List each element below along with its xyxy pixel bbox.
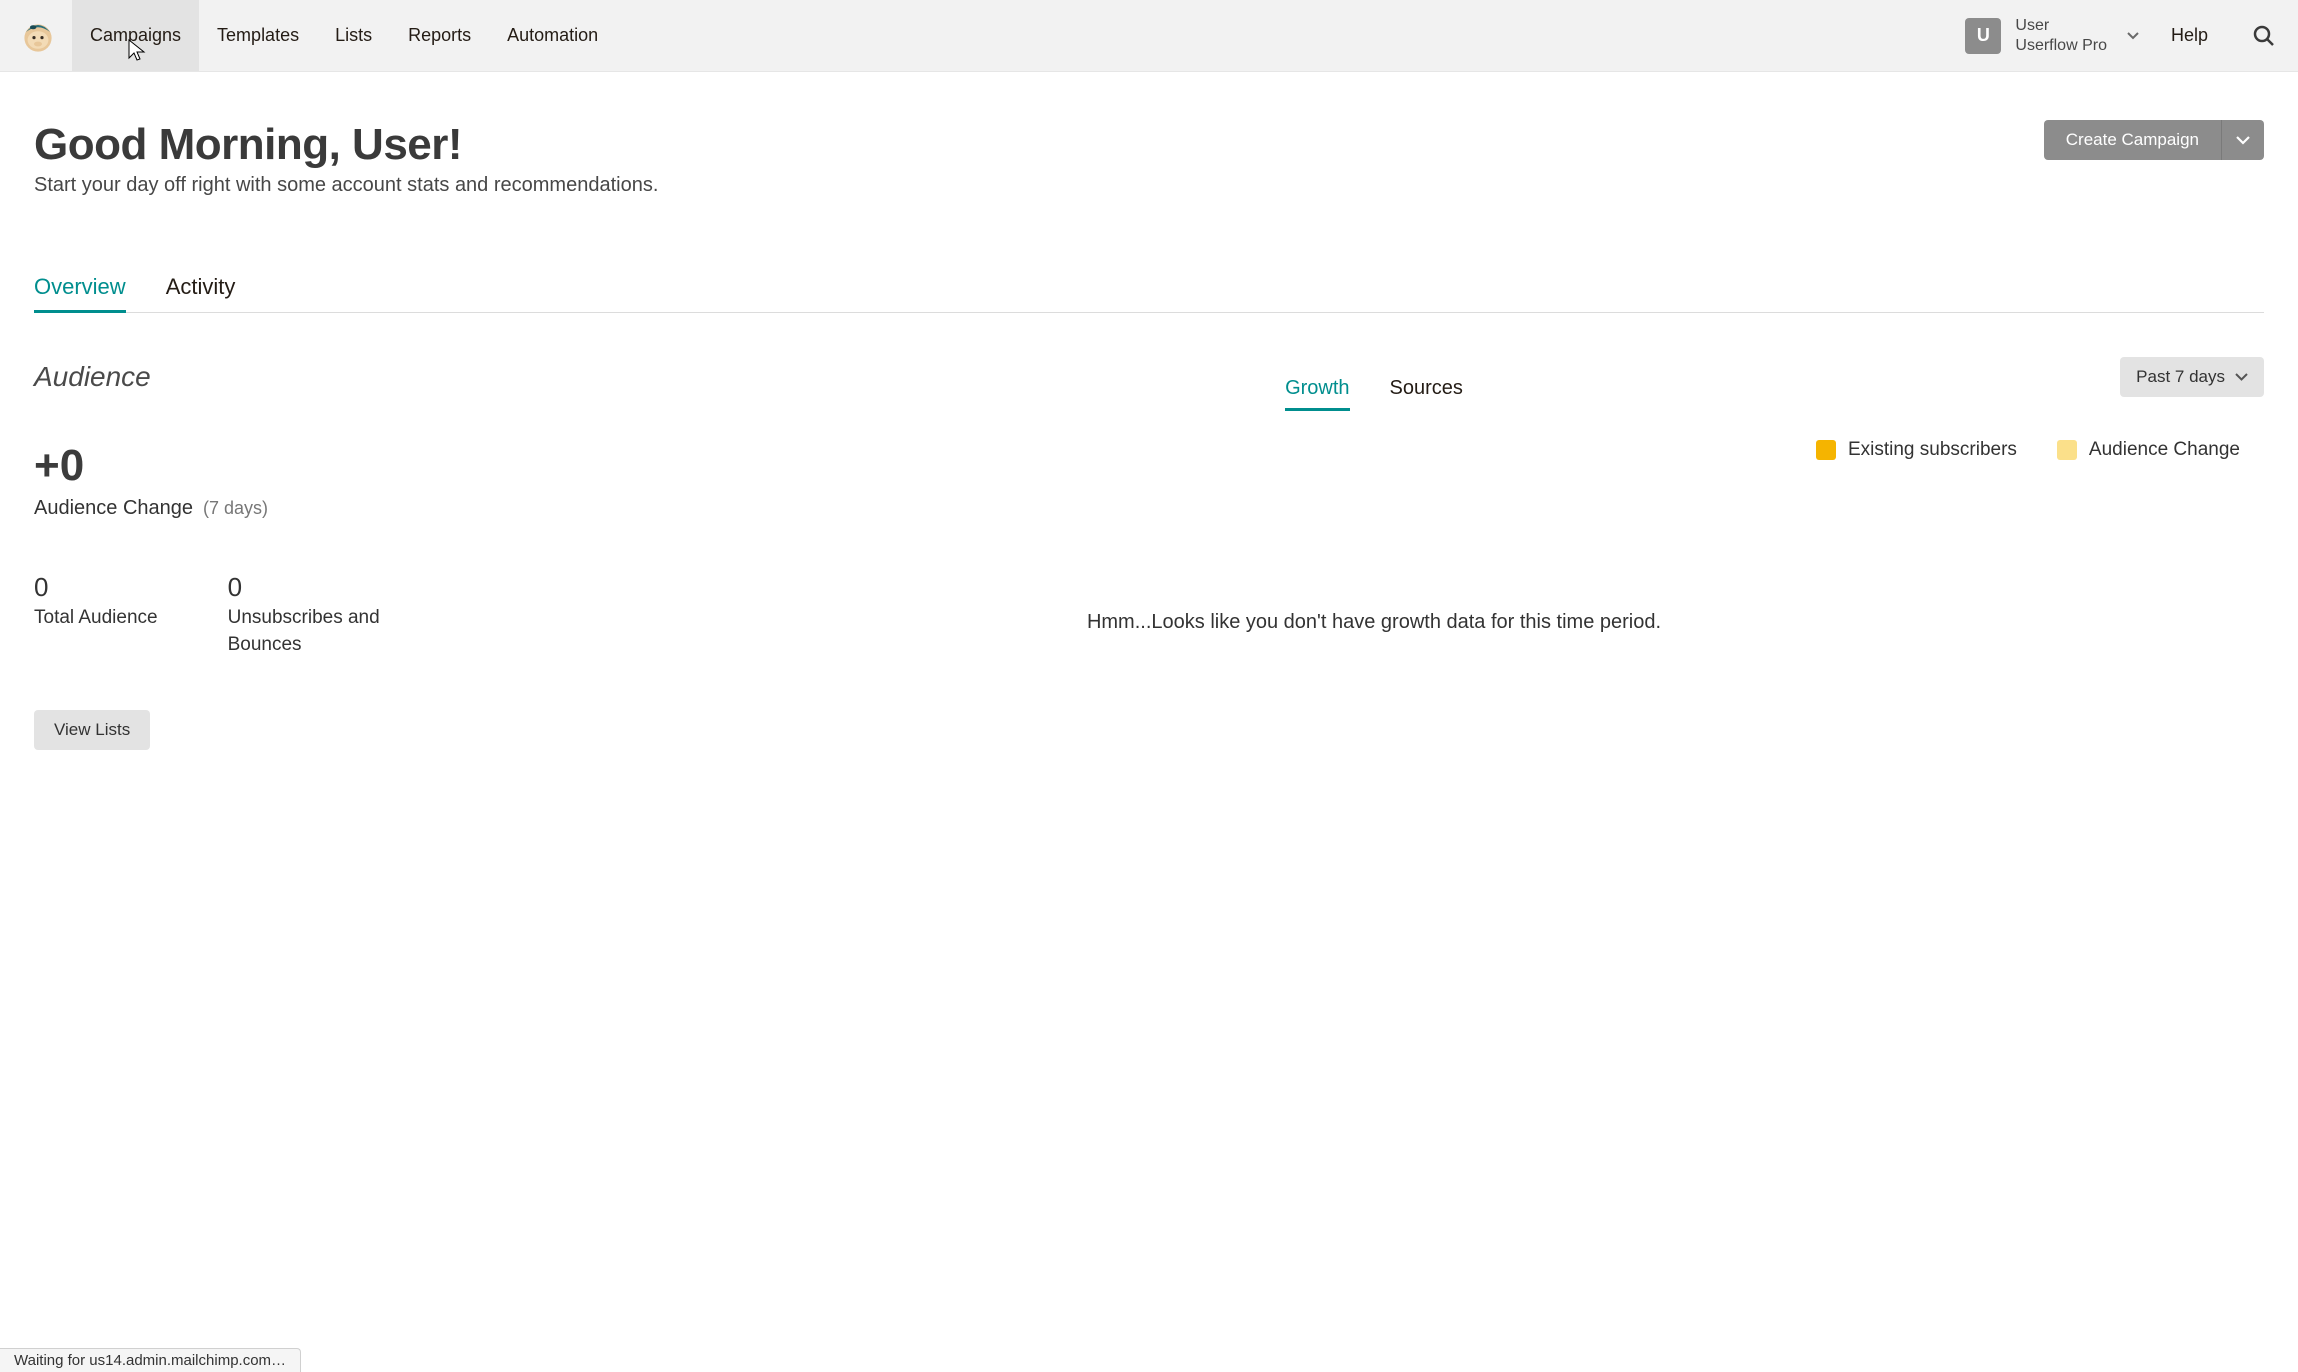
- audience-chart-column: Growth Sources Existing subscribers Audi…: [484, 397, 2264, 634]
- chart-subtabs: Growth Sources: [484, 377, 2264, 411]
- top-bar: Campaigns Templates Lists Reports Automa…: [0, 0, 2298, 72]
- user-org: Userflow Pro: [2015, 36, 2107, 56]
- tab-label: Activity: [166, 274, 236, 299]
- nav-label: Templates: [217, 25, 299, 46]
- stat-total-audience: 0 Total Audience: [34, 572, 158, 658]
- legend-audience-change: Audience Change: [2057, 439, 2240, 461]
- audience-body: +0 Audience Change (7 days) 0 Total Audi…: [34, 397, 2264, 750]
- subtab-label: Sources: [1390, 377, 1463, 399]
- audience-change-label-row: Audience Change (7 days): [34, 497, 454, 520]
- user-menu[interactable]: U User Userflow Pro: [1955, 0, 2149, 71]
- stat-label: Total Audience: [34, 605, 158, 632]
- chevron-down-icon: [2127, 27, 2139, 45]
- nav-templates[interactable]: Templates: [199, 0, 317, 71]
- help-label: Help: [2171, 25, 2208, 46]
- chart-legend: Existing subscribers Audience Change: [484, 439, 2264, 461]
- nav-label: Reports: [408, 25, 471, 46]
- audience-stats-column: +0 Audience Change (7 days) 0 Total Audi…: [34, 397, 454, 750]
- audience-change-value: +0: [34, 441, 454, 491]
- nav-lists[interactable]: Lists: [317, 0, 390, 71]
- chevron-down-icon: [2236, 136, 2250, 145]
- search-button[interactable]: [2230, 0, 2298, 71]
- main-content: Good Morning, User! Start your day off r…: [0, 72, 2298, 790]
- page-subtitle: Start your day off right with some accou…: [34, 174, 658, 197]
- metric-period: (7 days): [203, 498, 268, 519]
- avatar: U: [1965, 18, 2001, 54]
- section-title: Audience: [34, 361, 151, 393]
- subtab-sources[interactable]: Sources: [1390, 377, 1463, 411]
- chart-empty-message: Hmm...Looks like you don't have growth d…: [484, 611, 2264, 634]
- main-tabs: Overview Activity: [34, 273, 2264, 313]
- stats-row: 0 Total Audience 0 Unsubscribes and Boun…: [34, 572, 454, 658]
- user-name: User: [2015, 16, 2107, 36]
- legend-label: Existing subscribers: [1848, 439, 2017, 461]
- tab-label: Overview: [34, 274, 126, 299]
- create-campaign-group: Create Campaign: [2044, 120, 2264, 160]
- legend-label: Audience Change: [2089, 439, 2240, 461]
- tab-activity[interactable]: Activity: [166, 274, 236, 313]
- nav-label: Campaigns: [90, 25, 181, 46]
- mailchimp-logo-icon: [18, 16, 58, 56]
- page-title: Good Morning, User!: [34, 120, 658, 170]
- view-lists-button[interactable]: View Lists: [34, 710, 150, 750]
- nav-label: Automation: [507, 25, 598, 46]
- legend-existing-subscribers: Existing subscribers: [1816, 439, 2017, 461]
- header-row: Good Morning, User! Start your day off r…: [34, 120, 2264, 197]
- search-icon: [2252, 24, 2276, 48]
- stat-label: Unsubscribes and Bounces: [228, 605, 408, 658]
- create-campaign-dropdown[interactable]: [2221, 120, 2264, 160]
- user-text: User Userflow Pro: [2015, 16, 2107, 56]
- button-label: View Lists: [54, 720, 130, 739]
- subtab-label: Growth: [1285, 377, 1349, 399]
- nav-automation[interactable]: Automation: [489, 0, 616, 71]
- stat-value: 0: [228, 572, 408, 603]
- browser-status-bar: Waiting for us14.admin.mailchimp.com…: [0, 1348, 301, 1372]
- metric-label: Audience Change: [34, 497, 193, 520]
- button-label: Create Campaign: [2066, 130, 2199, 150]
- nav-label: Lists: [335, 25, 372, 46]
- main-nav: Campaigns Templates Lists Reports Automa…: [72, 0, 616, 71]
- help-link[interactable]: Help: [2149, 0, 2230, 71]
- legend-swatch-icon: [1816, 440, 1836, 460]
- stat-unsubscribes: 0 Unsubscribes and Bounces: [228, 572, 408, 658]
- create-campaign-button[interactable]: Create Campaign: [2044, 120, 2221, 160]
- nav-reports[interactable]: Reports: [390, 0, 489, 71]
- brand-logo[interactable]: [0, 0, 72, 71]
- tab-overview[interactable]: Overview: [34, 274, 126, 313]
- stat-value: 0: [34, 572, 158, 603]
- avatar-letter: U: [1977, 25, 1990, 46]
- subtab-growth[interactable]: Growth: [1285, 377, 1349, 411]
- legend-swatch-icon: [2057, 440, 2077, 460]
- nav-campaigns[interactable]: Campaigns: [72, 0, 199, 71]
